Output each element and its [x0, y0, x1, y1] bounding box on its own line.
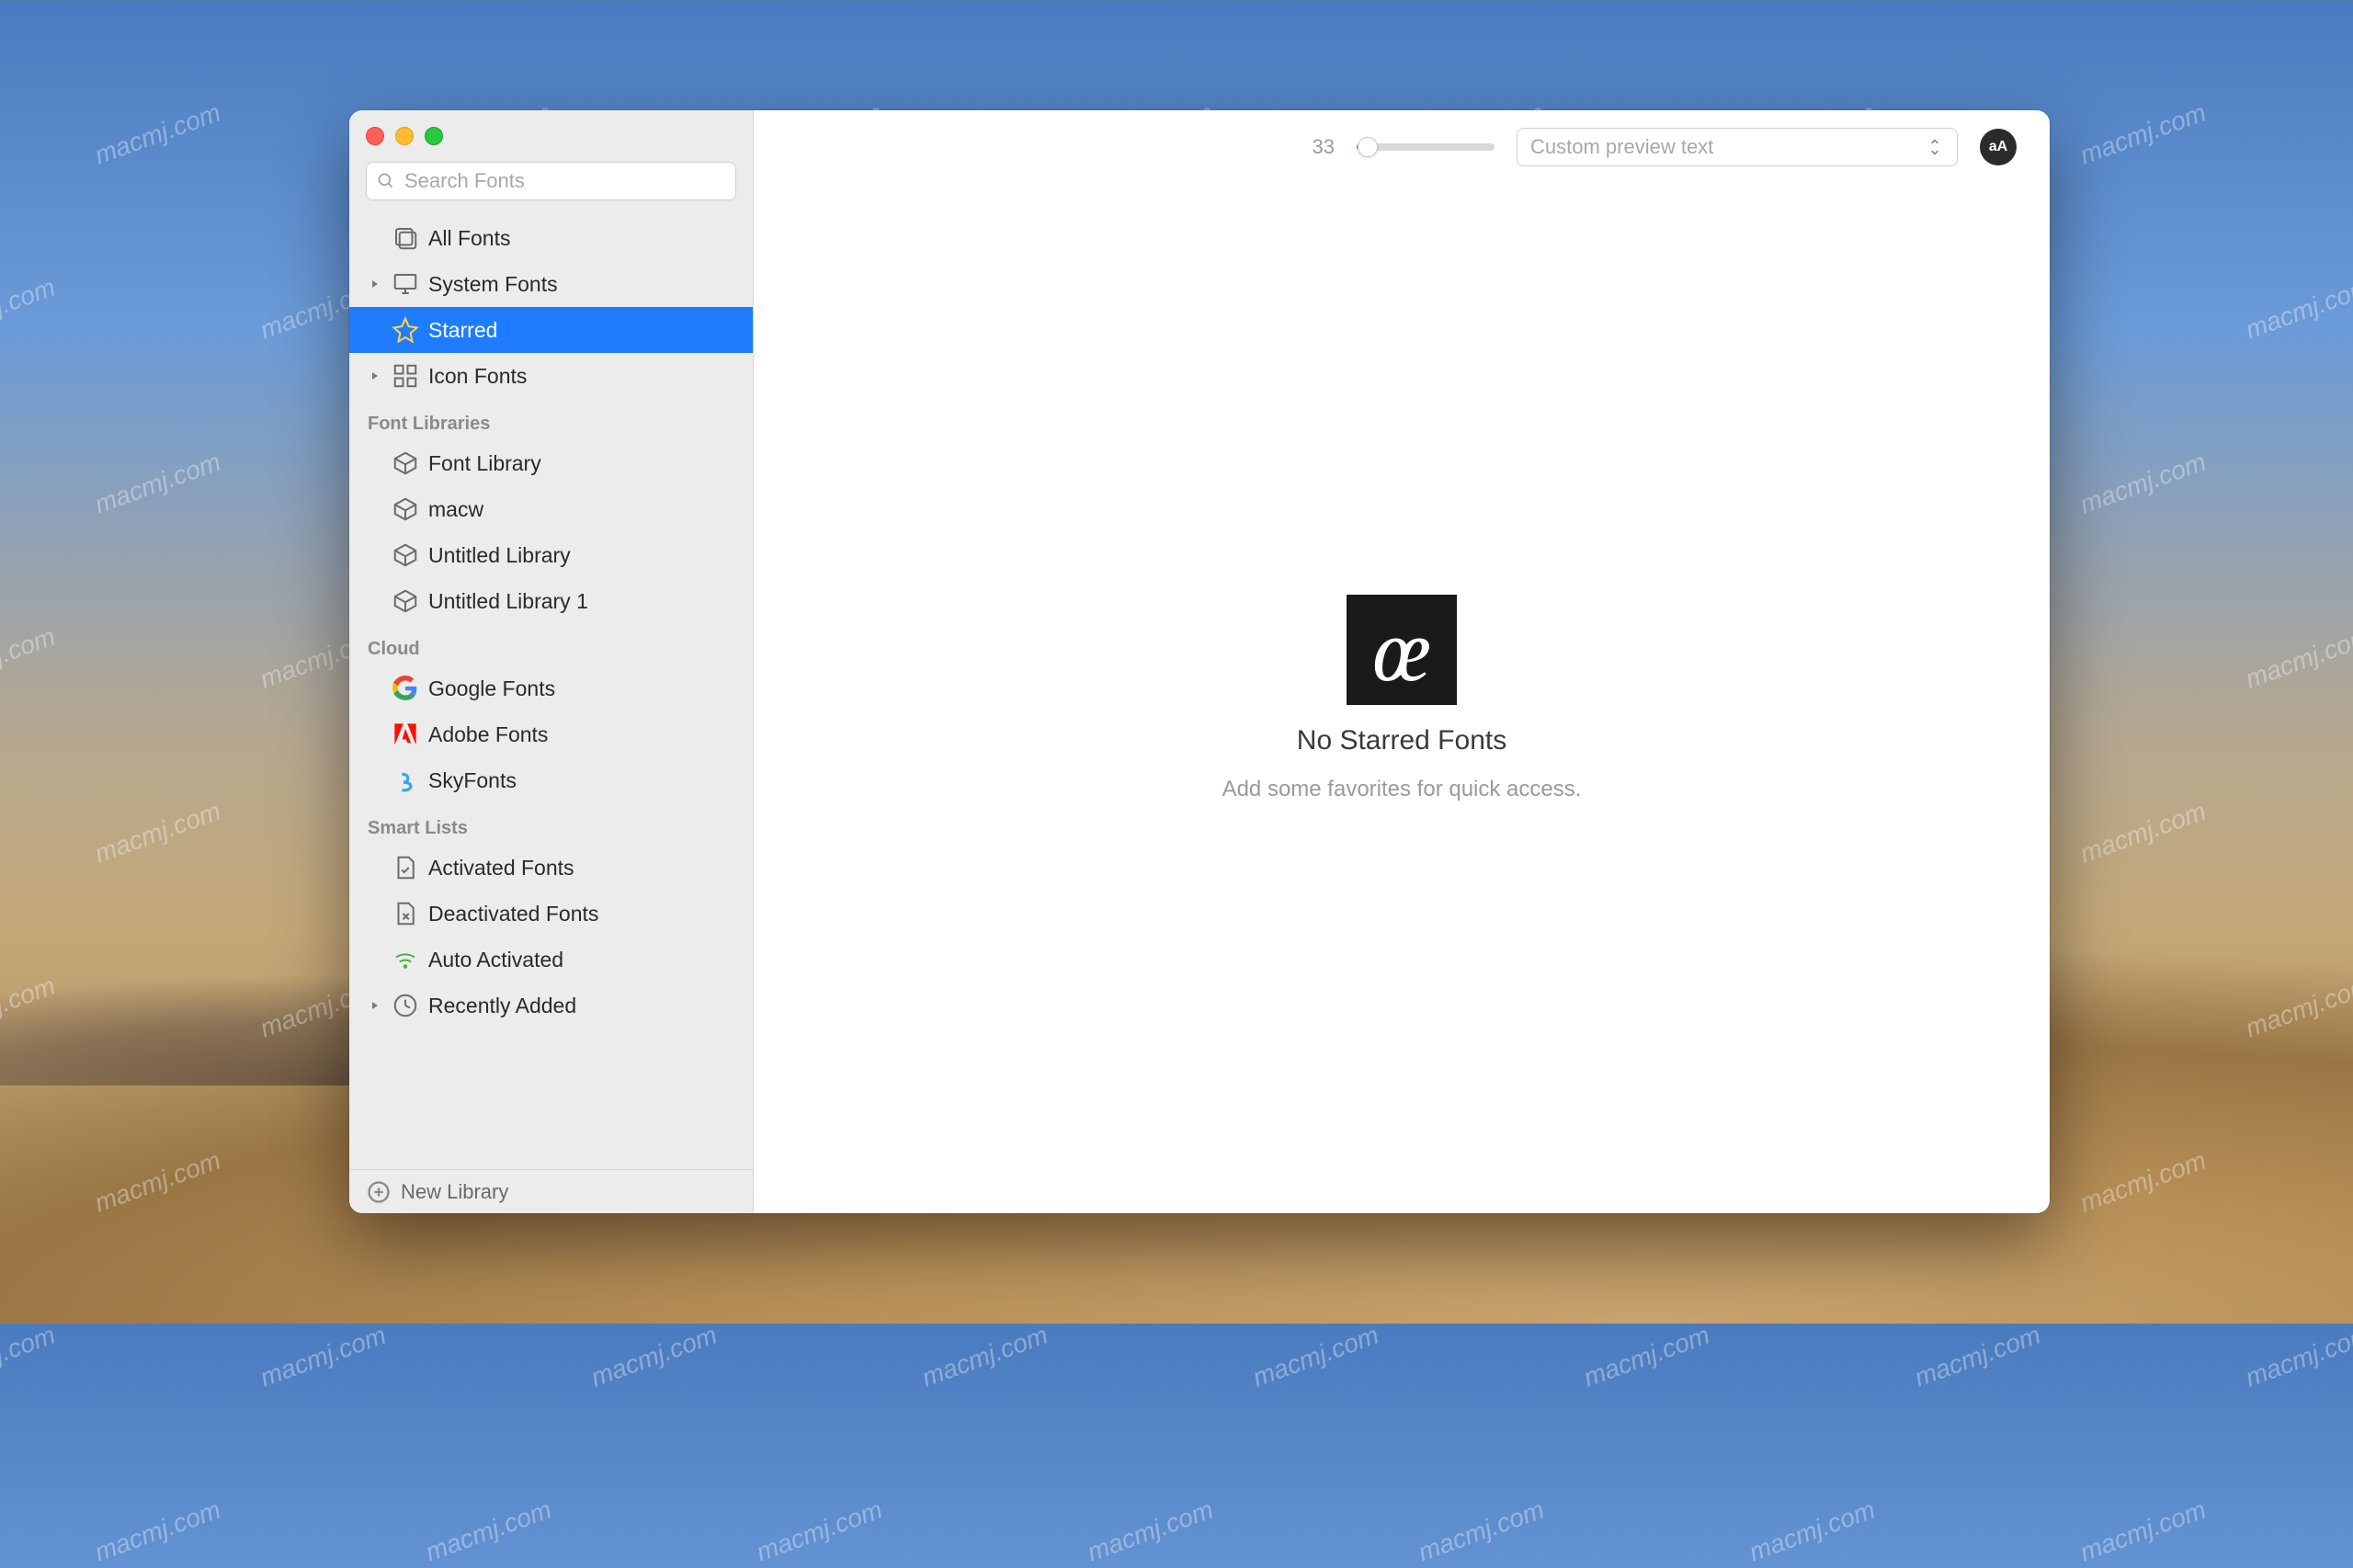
- empty-state: œ No Starred Fonts Add some favorites fo…: [754, 184, 2050, 1213]
- sidebar-item-label: SkyFonts: [428, 768, 517, 793]
- search-field[interactable]: [366, 162, 736, 200]
- sidebar-tree: All Fonts System Fonts Starred: [349, 210, 753, 1169]
- minimize-button[interactable]: [395, 127, 414, 145]
- box-icon: [392, 541, 419, 569]
- slider-thumb[interactable]: [1358, 137, 1378, 157]
- skyfonts-icon: [392, 767, 419, 794]
- sidebar-item-recently-added[interactable]: Recently Added: [349, 983, 753, 1028]
- plus-circle-icon: [366, 1179, 392, 1205]
- sidebar-item-activated-fonts[interactable]: Activated Fonts: [349, 845, 753, 891]
- sidebar-item-deactivated-fonts[interactable]: Deactivated Fonts: [349, 891, 753, 937]
- section-header-libraries: Font Libraries: [349, 399, 753, 440]
- stack-icon: [392, 224, 419, 252]
- sidebar-item-font-library[interactable]: Font Library: [349, 440, 753, 486]
- search-icon: [377, 172, 395, 190]
- text-size-toggle-button[interactable]: aA: [1980, 129, 2017, 165]
- sidebar-item-adobe-fonts[interactable]: Adobe Fonts: [349, 711, 753, 757]
- main-panel: 33 aA œ No Starred Fonts Add some favori…: [754, 110, 2050, 1213]
- sidebar-item-icon-fonts[interactable]: Icon Fonts: [349, 353, 753, 399]
- preview-text-input[interactable]: [1530, 135, 1916, 159]
- maximize-button[interactable]: [425, 127, 443, 145]
- star-icon: [392, 316, 419, 344]
- sidebar-item-label: Starred: [428, 318, 497, 343]
- sidebar-item-label: System Fonts: [428, 272, 558, 297]
- chevron-down-icon[interactable]: [1926, 138, 1944, 156]
- box-icon: [392, 587, 419, 615]
- search-input[interactable]: [404, 169, 725, 193]
- sidebar-item-label: Auto Activated: [428, 948, 563, 972]
- section-header-smart-lists: Smart Lists: [349, 803, 753, 845]
- disclosure-triangle[interactable]: [368, 369, 382, 383]
- sidebar-item-starred[interactable]: Starred: [349, 307, 753, 353]
- sidebar-item-label: Untitled Library 1: [428, 589, 588, 614]
- font-size-slider[interactable]: [1357, 143, 1495, 151]
- sidebar-item-skyfonts[interactable]: SkyFonts: [349, 757, 753, 803]
- section-header-cloud: Cloud: [349, 624, 753, 665]
- wifi-icon: [392, 946, 419, 973]
- empty-state-subtitle: Add some favorites for quick access.: [1222, 777, 1582, 802]
- sidebar-item-all-fonts[interactable]: All Fonts: [349, 215, 753, 261]
- clock-icon: [392, 992, 419, 1019]
- sidebar-item-untitled-library-1[interactable]: Untitled Library 1: [349, 578, 753, 624]
- sidebar-item-label: Recently Added: [428, 994, 576, 1018]
- empty-state-glyph: œ: [1347, 595, 1457, 705]
- sidebar-item-label: macw: [428, 497, 483, 522]
- disclosure-triangle[interactable]: [368, 998, 382, 1013]
- sidebar-item-label: Activated Fonts: [428, 856, 574, 881]
- page-check-icon: [392, 854, 419, 881]
- close-button[interactable]: [366, 127, 384, 145]
- sidebar-item-macw[interactable]: macw: [349, 486, 753, 532]
- text-size-toggle-label: aA: [1989, 139, 2007, 155]
- empty-state-title: No Starred Fonts: [1297, 725, 1506, 756]
- new-library-label: New Library: [401, 1180, 508, 1204]
- sidebar-item-auto-activated[interactable]: Auto Activated: [349, 937, 753, 983]
- sidebar-item-label: Google Fonts: [428, 676, 555, 701]
- monitor-icon: [392, 270, 419, 298]
- box-icon: [392, 495, 419, 523]
- window-controls: [366, 127, 443, 145]
- page-x-icon: [392, 900, 419, 927]
- grid-icon: [392, 362, 419, 390]
- sidebar: All Fonts System Fonts Starred: [349, 110, 754, 1213]
- sidebar-item-label: Font Library: [428, 451, 541, 476]
- google-icon: [392, 675, 419, 702]
- font-size-value: 33: [1313, 135, 1335, 159]
- sidebar-item-system-fonts[interactable]: System Fonts: [349, 261, 753, 307]
- sidebar-item-label: Icon Fonts: [428, 364, 527, 389]
- titlebar: [349, 110, 753, 162]
- sidebar-item-label: Untitled Library: [428, 543, 571, 568]
- app-window: All Fonts System Fonts Starred: [349, 110, 2050, 1213]
- sidebar-item-label: Adobe Fonts: [428, 722, 548, 747]
- sidebar-item-untitled-library[interactable]: Untitled Library: [349, 532, 753, 578]
- new-library-button[interactable]: New Library: [349, 1169, 753, 1213]
- box-icon: [392, 449, 419, 477]
- disclosure-triangle[interactable]: [368, 277, 382, 291]
- toolbar: 33 aA: [754, 110, 2050, 184]
- sidebar-item-label: All Fonts: [428, 226, 510, 251]
- sidebar-item-label: Deactivated Fonts: [428, 902, 598, 926]
- preview-text-field[interactable]: [1517, 128, 1958, 166]
- sidebar-item-google-fonts[interactable]: Google Fonts: [349, 665, 753, 711]
- adobe-icon: [392, 721, 419, 748]
